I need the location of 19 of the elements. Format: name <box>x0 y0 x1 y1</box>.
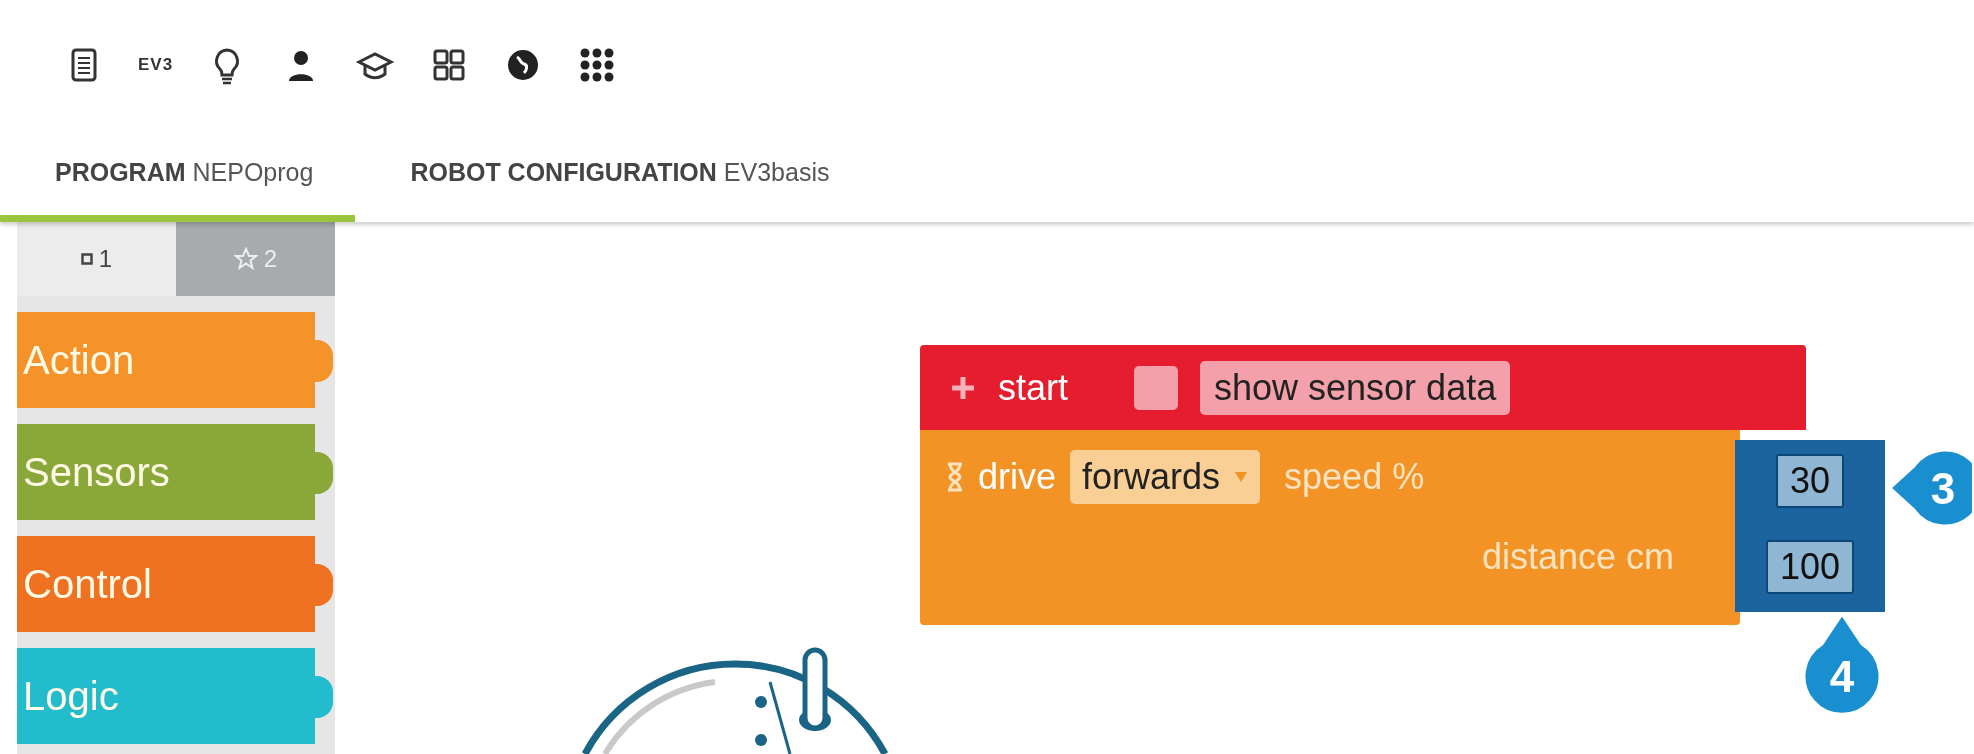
caret-icon <box>1234 471 1249 483</box>
level-tab[interactable]: 1 <box>17 222 176 296</box>
direction-dropdown[interactable]: forwards <box>1070 450 1261 504</box>
square-icon <box>80 253 93 265</box>
block-label: start <box>998 366 1068 409</box>
checkbox[interactable] <box>1134 365 1178 410</box>
speed-label: speed % <box>1284 456 1425 498</box>
hourglass-icon <box>946 462 964 492</box>
star-icon <box>233 247 258 271</box>
distance-label: distance cm <box>1481 536 1674 578</box>
block-label: drive <box>978 456 1057 498</box>
drive-block[interactable]: drive forwards speed % distance cm <box>920 430 1740 625</box>
speed-input[interactable]: 30 <box>1775 454 1844 508</box>
option-label: show sensor data <box>1200 360 1511 415</box>
plus-icon[interactable] <box>950 374 976 401</box>
editor-tab[interactable]: ROBOT CONFIGURATION EV3basis <box>355 130 872 222</box>
robot-logo[interactable]: EV3 <box>138 55 174 75</box>
start-block[interactable]: start show sensor data <box>920 345 1806 430</box>
distance-input[interactable]: 100 <box>1765 540 1855 594</box>
